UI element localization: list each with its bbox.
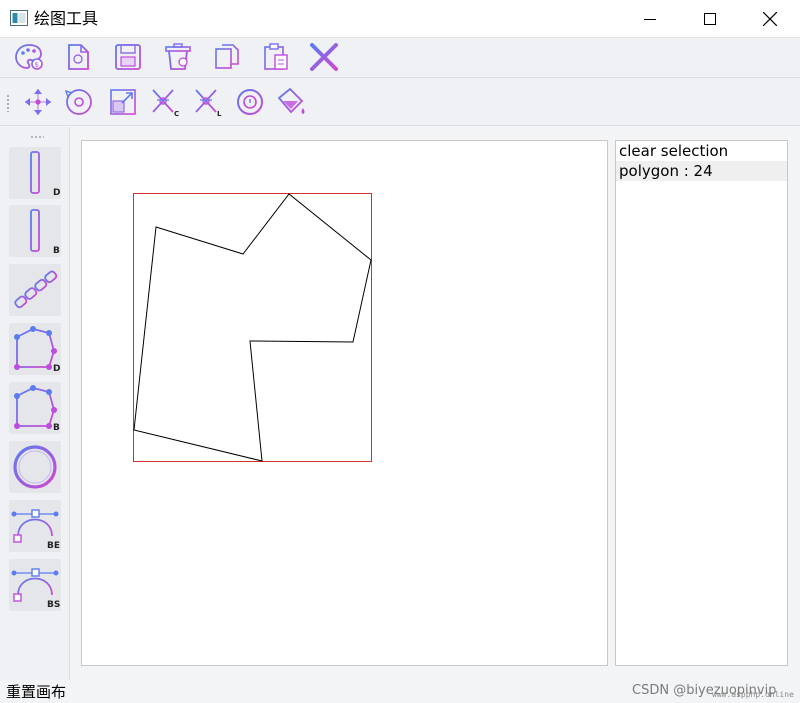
paste-button[interactable] xyxy=(260,41,292,73)
palette-icon: $ xyxy=(15,44,43,70)
tool-curve-bspline-label: BS xyxy=(47,600,61,610)
transform-toolbar: C L xyxy=(0,78,800,126)
ellipse-icon xyxy=(13,445,57,489)
window-app-icon xyxy=(10,10,28,26)
tool-ellipse[interactable] xyxy=(9,441,61,493)
paste-icon xyxy=(264,43,288,70)
shape-list: clear selection polygon : 24 xyxy=(615,140,788,666)
copy-button[interactable] xyxy=(211,41,243,73)
minimize-icon xyxy=(644,19,656,20)
delete-button[interactable] xyxy=(162,41,194,73)
copy-icon xyxy=(215,44,239,69)
maximize-icon xyxy=(704,13,716,25)
close-icon xyxy=(763,12,777,26)
circle-clip-button[interactable] xyxy=(234,86,266,118)
svg-text:$: $ xyxy=(35,61,39,69)
maximize-button[interactable] xyxy=(680,0,740,38)
status-text: 重置画布 xyxy=(6,683,67,701)
cross-icon xyxy=(310,43,338,71)
tool-polygon-bresenham[interactable]: B xyxy=(9,382,61,434)
title-bar: 绘图工具 xyxy=(0,0,800,38)
tool-curve-bspline[interactable]: BS xyxy=(9,559,61,611)
window-title: 绘图工具 xyxy=(34,9,99,28)
list-item-polygon[interactable]: polygon : 24 xyxy=(616,161,787,181)
tool-curve-bezier-label: BE xyxy=(47,541,61,551)
tool-polygon-dda[interactable]: D xyxy=(9,323,61,375)
selection-bounding-box[interactable] xyxy=(133,193,372,462)
save-icon xyxy=(115,44,141,70)
palette-button[interactable]: $ xyxy=(13,41,45,73)
tool-line-bresenham-label: B xyxy=(53,246,60,256)
cut-c-icon: C xyxy=(152,89,179,118)
toolbar-grip[interactable] xyxy=(6,94,10,112)
main-toolbar: $ xyxy=(0,38,800,78)
delete-icon xyxy=(165,43,191,70)
circle-clip-icon xyxy=(237,89,263,115)
save-button[interactable] xyxy=(112,41,144,73)
cut-l-icon: L xyxy=(195,89,222,118)
rotate-button[interactable] xyxy=(63,86,95,118)
dashed-line-icon xyxy=(14,270,58,309)
sidebar-grip[interactable] xyxy=(30,135,44,139)
status-bar: 重置画布 CSDN @biyezuopinvip xyxy=(0,680,800,703)
move-button[interactable] xyxy=(22,86,54,118)
svg-text:L: L xyxy=(217,110,222,118)
tool-curve-bezier[interactable]: BE xyxy=(9,500,61,552)
new-file-icon xyxy=(68,44,89,70)
fill-bucket-button[interactable] xyxy=(276,86,308,118)
tool-dashed-line[interactable] xyxy=(9,264,61,316)
minimize-button[interactable] xyxy=(620,0,680,38)
tool-line-dda[interactable]: D xyxy=(9,147,61,199)
scale-button[interactable] xyxy=(107,86,139,118)
svg-text:C: C xyxy=(174,110,179,118)
drawing-canvas[interactable] xyxy=(81,140,608,666)
list-item-clear-selection[interactable]: clear selection xyxy=(616,141,787,161)
tool-line-dda-label: D xyxy=(53,188,61,198)
fill-bucket-icon xyxy=(277,87,305,114)
tool-line-bresenham[interactable]: B xyxy=(9,205,61,257)
cut-l-button[interactable]: L xyxy=(192,86,224,118)
scale-icon xyxy=(110,89,136,115)
polygon-shape[interactable] xyxy=(133,193,372,462)
cross-button[interactable] xyxy=(308,41,340,73)
draw-tool-sidebar: D B D B BE BS xyxy=(0,127,70,680)
cut-c-button[interactable]: C xyxy=(149,86,181,118)
canvas-drawing xyxy=(133,193,372,462)
close-button[interactable] xyxy=(740,0,800,38)
new-file-button[interactable] xyxy=(62,41,94,73)
rotate-icon xyxy=(64,89,92,115)
site-watermark: www.aspphp.online xyxy=(712,690,794,699)
tool-polygon-dda-label: D xyxy=(53,364,61,374)
move-icon xyxy=(25,89,51,115)
tool-polygon-bresenham-label: B xyxy=(53,423,60,433)
